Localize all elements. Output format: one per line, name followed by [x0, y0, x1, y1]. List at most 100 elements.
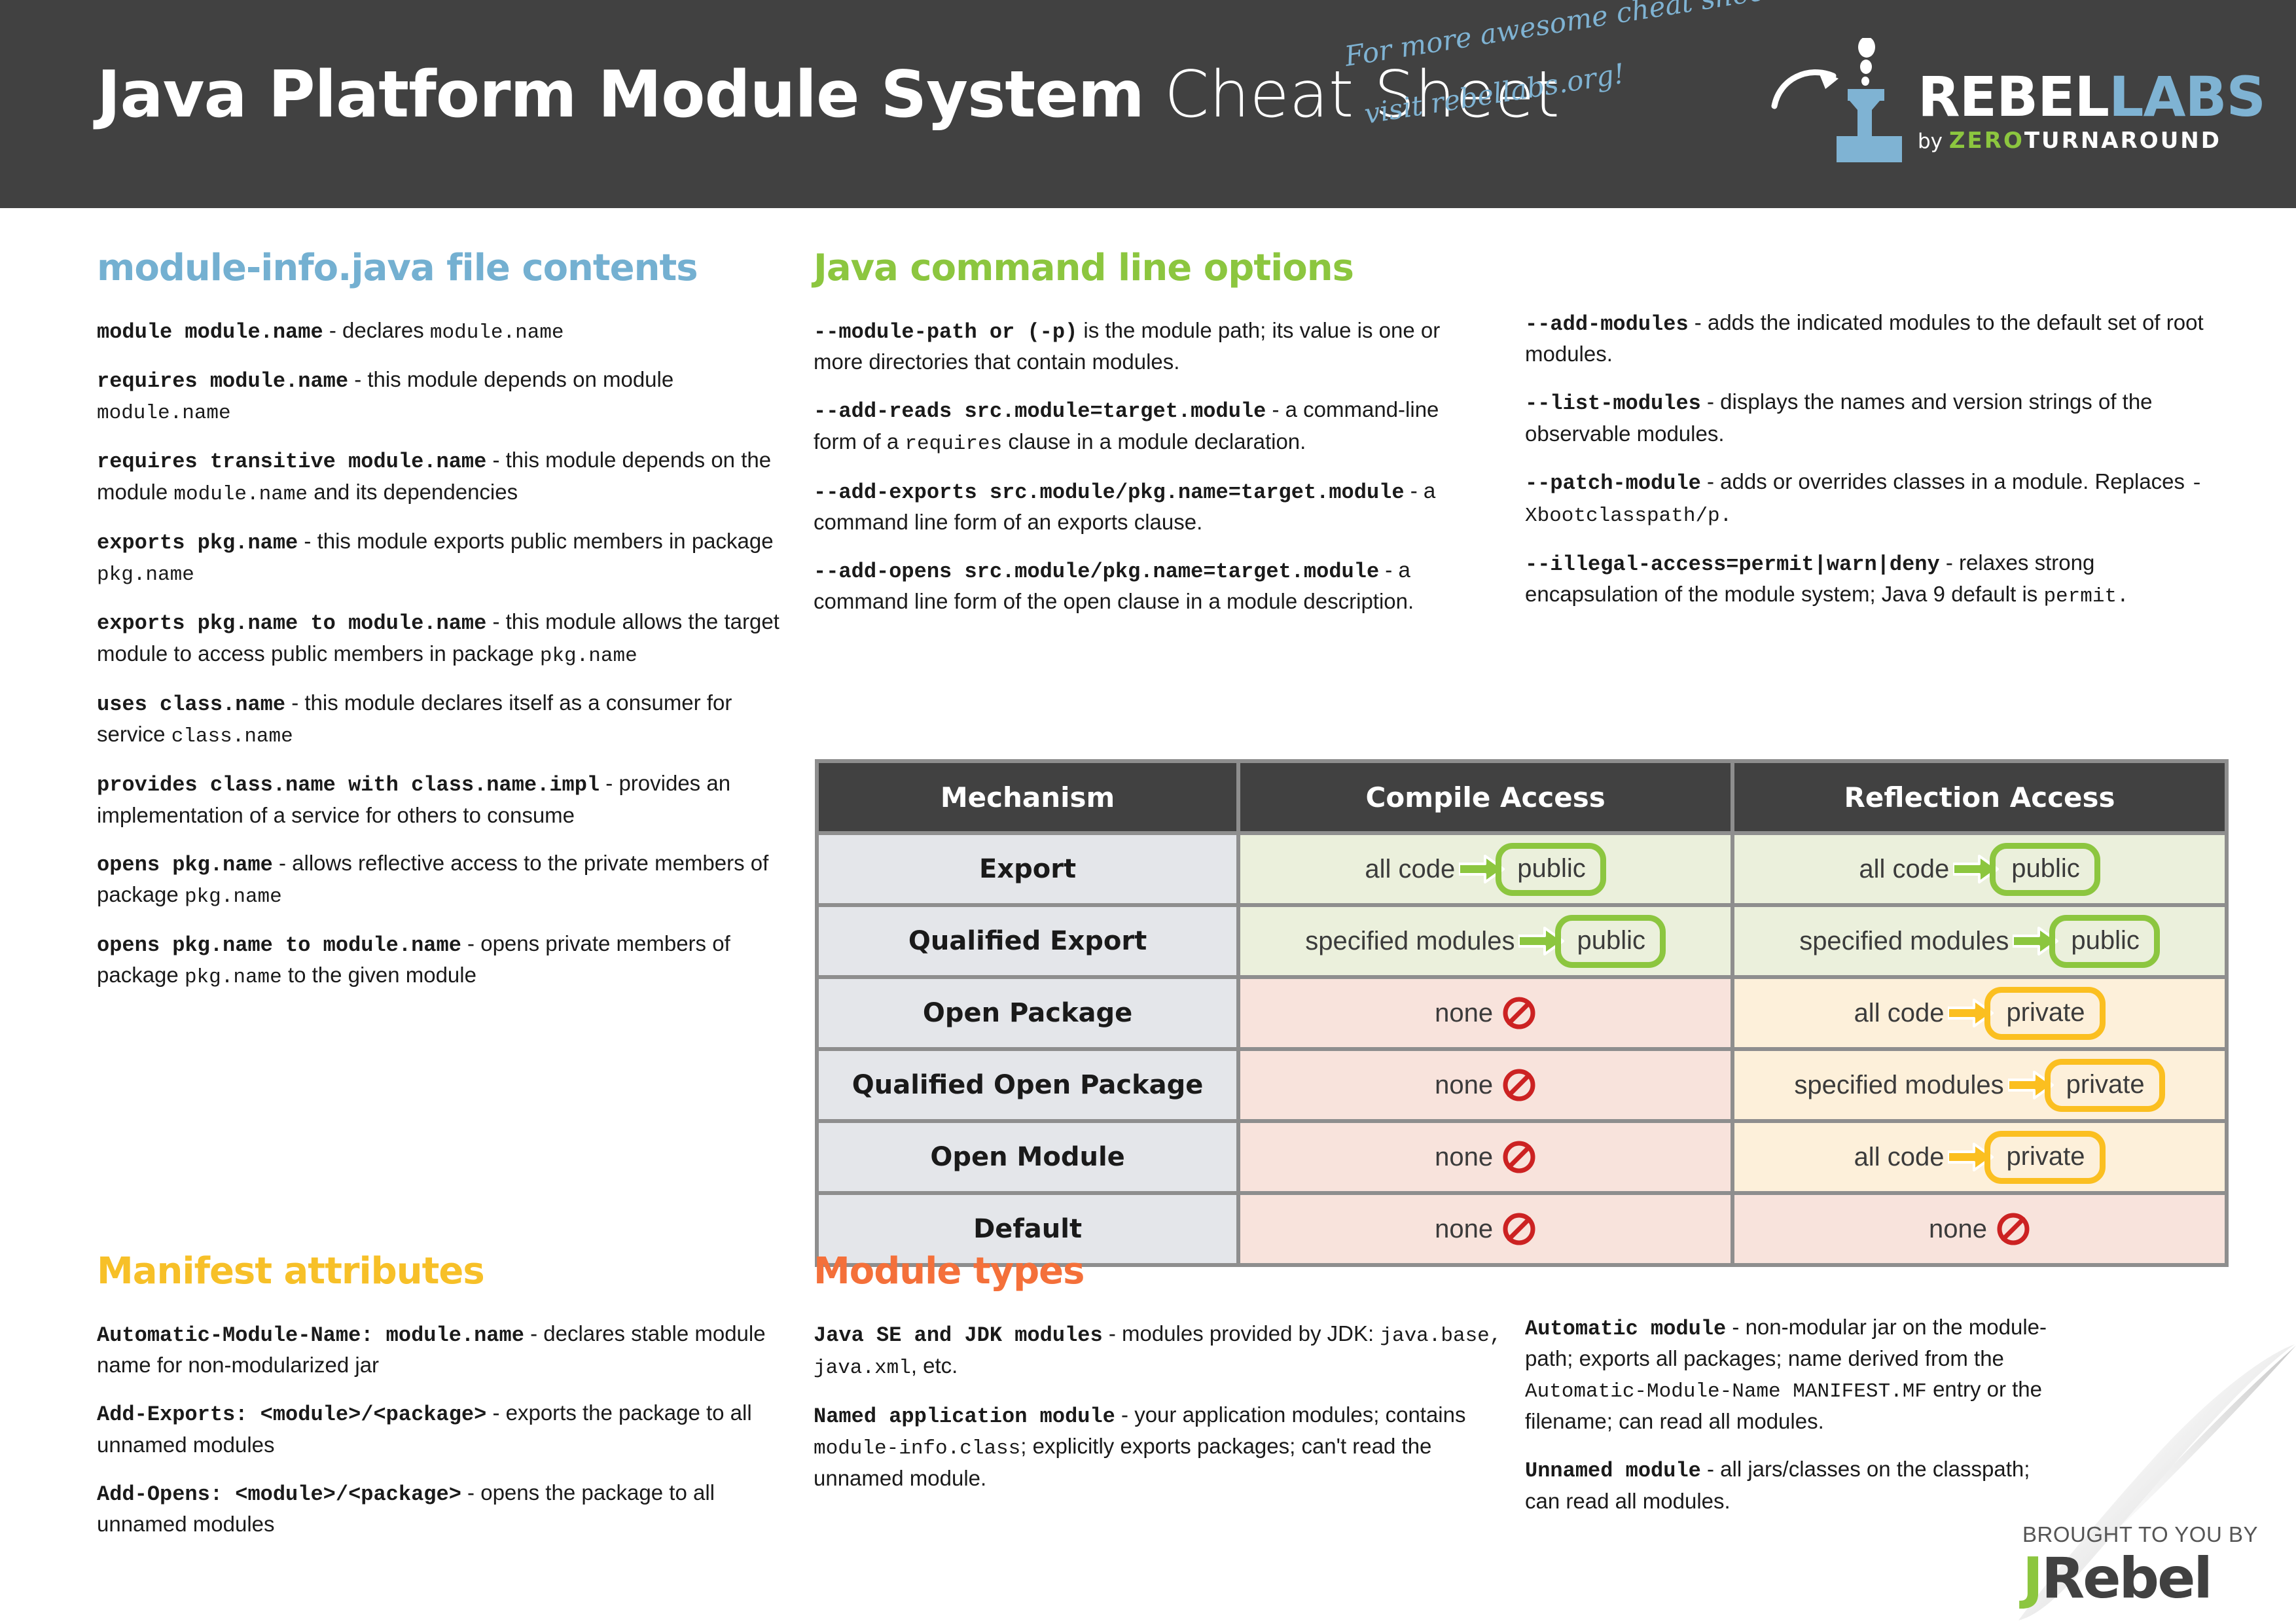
table-header-compile-access: Compile Access: [1238, 761, 1733, 833]
entry-code: Java SE and JDK modules: [814, 1323, 1103, 1347]
jrebel-wordmark: JRebel: [2022, 1550, 2284, 1607]
table-cell-compile: all code public: [1238, 833, 1733, 905]
prohibited-icon-wrap: [1502, 996, 1536, 1030]
access-flow: all code public: [1365, 842, 1606, 896]
entry-code: --list-modules: [1525, 391, 1701, 416]
manifest-heading: Manifest attributes: [97, 1250, 485, 1293]
cell-content: all code public: [1240, 835, 1731, 903]
cheatsheet-entry: provides class.name with class.name.impl…: [97, 768, 787, 830]
cmdline-section-right: --add-modules - adds the indicated modul…: [1525, 308, 2222, 611]
flow-target-badge: public: [1496, 842, 1606, 896]
access-matrix-table: Mechanism Compile Access Reflection Acce…: [815, 759, 2229, 1267]
page-header: Java Platform Module System Cheat Sheet …: [0, 0, 2296, 208]
flow-source: all code: [1854, 998, 1945, 1027]
cell-content: none: [1240, 979, 1731, 1047]
flow-target-badge: private: [1984, 986, 2106, 1040]
jrebel-letter-j: J: [2022, 1546, 2043, 1611]
module-info-entry-list: module module.name - declares module.nam…: [97, 315, 787, 992]
byline-by: by: [1918, 130, 1949, 153]
module-types-entry-list-left: Java SE and JDK modules - modules provid…: [814, 1319, 1507, 1494]
cheatsheet-entry: Java SE and JDK modules - modules provid…: [814, 1319, 1507, 1383]
table-cell-mechanism: Export: [817, 833, 1239, 905]
entry-description-tail: , etc.: [910, 1353, 958, 1378]
cmdline-section: Java command line options --module-path …: [814, 250, 1484, 617]
cheatsheet-entry: Add-Opens: <module>/<package> - opens th…: [97, 1478, 804, 1540]
entry-code: requires transitive module.name: [97, 450, 487, 474]
entry-description: - your application modules; contains: [1115, 1402, 1466, 1427]
cheatsheet-entry: --add-reads src.module=target.module - a…: [814, 395, 1484, 458]
entry-description: - modules provided by JDK:: [1102, 1321, 1380, 1346]
table-cell-compile: specified modules public: [1238, 905, 1733, 977]
cheatsheet-entry: --list-modules - displays the names and …: [1525, 387, 2222, 449]
cheatsheet-entry: --illegal-access=permit|warn|deny - rela…: [1525, 548, 2222, 611]
cheatsheet-entry: requires transitive module.name - this m…: [97, 445, 787, 508]
entry-code: --add-exports src.module/pkg.name=target…: [814, 480, 1405, 505]
entry-description: - declares: [323, 318, 430, 342]
table-row: Open Module none all code private: [817, 1121, 2227, 1193]
prohibited-icon-wrap: [1502, 1068, 1536, 1102]
cheatsheet-entry: uses class.name - this module declares i…: [97, 688, 787, 751]
table-cell-reflection: all code public: [1732, 833, 2227, 905]
cheatsheet-entry: opens pkg.name to module.name - opens pr…: [97, 929, 787, 992]
table-header-mechanism: Mechanism: [817, 761, 1239, 833]
entry-code: opens pkg.name: [97, 852, 273, 877]
module-types-section: Module types Java SE and JDK modules - m…: [814, 1253, 1507, 1494]
cell-value: none: [1435, 1142, 1494, 1171]
rebellabs-byline: by ZEROTURNAROUND: [1918, 130, 2221, 152]
entry-code: opens pkg.name to module.name: [97, 933, 461, 958]
entry-code-inline: pkg.name: [97, 563, 194, 587]
access-flow: all code public: [1859, 842, 2100, 896]
cheatsheet-entry: module module.name - declares module.nam…: [97, 315, 787, 348]
table-row: Qualified Open Package none specified modu…: [817, 1049, 2227, 1121]
table-row: Export all code public all code public: [817, 833, 2227, 905]
access-flow: all code private: [1854, 986, 2106, 1040]
entry-code-inline: module.name: [429, 321, 564, 344]
flask-icon: [1837, 38, 1902, 162]
flow-target-badge: public: [1990, 842, 2100, 896]
no-access-indicator: none: [1929, 1212, 2030, 1246]
entry-code: Unnamed module: [1525, 1459, 1701, 1484]
entry-code: exports pkg.name: [97, 530, 298, 555]
entry-code-inline: module-info.class: [814, 1437, 1021, 1461]
module-info-heading: module-info.java file contents: [97, 247, 698, 289]
prohibited-icon-wrap: [1996, 1212, 2030, 1246]
entry-code: --add-reads src.module=target.module: [814, 399, 1266, 424]
cell-content: none: [1240, 1123, 1731, 1191]
entry-code-inline: Automatic-Module-Name MANIFEST.MF: [1525, 1380, 1927, 1404]
cheatsheet-entry: exports pkg.name - this module exports p…: [97, 526, 787, 590]
byline-turnaround: TURNAROUND: [2024, 128, 2221, 154]
entry-code: --add-opens src.module/pkg.name=target.m…: [814, 560, 1380, 584]
cmdline-heading: Java command line options: [814, 247, 1354, 289]
cheatsheet-entry: Named application module - your applicat…: [814, 1400, 1507, 1494]
table-cell-compile: none: [1238, 1121, 1733, 1193]
cheatsheet-entry: --add-opens src.module/pkg.name=target.m…: [814, 555, 1484, 617]
rebellabs-word-rebel: REBEL: [1918, 65, 2109, 129]
entry-code: Named application module: [814, 1404, 1115, 1429]
cheatsheet-entry: --add-exports src.module/pkg.name=target…: [814, 476, 1484, 538]
prohibited-icon-wrap: [1502, 1212, 1536, 1246]
prohibited-icon: [1503, 1213, 1535, 1245]
flow-source: specified modules: [1794, 1070, 2004, 1099]
jrebel-word-rebel: Rebel: [2041, 1546, 2213, 1611]
entry-code-inline: module.name: [173, 482, 308, 506]
table-row: Qualified Export specified modules public s…: [817, 905, 2227, 977]
byline-zero: ZERO: [1948, 128, 2024, 154]
entry-code: --patch-module: [1525, 471, 1701, 495]
cell-content: none: [1734, 1195, 2225, 1263]
cell-content: specified modules public: [1734, 907, 2225, 975]
entry-code: --module-path or (-p): [814, 320, 1078, 344]
rebellabs-wordmark: REBELLABS: [1918, 69, 2266, 124]
manifest-entry-list: Automatic-Module-Name: module.name - dec…: [97, 1319, 804, 1540]
entry-code-inline: pkg.name: [184, 966, 282, 990]
table-cell-mechanism: Open Module: [817, 1121, 1239, 1193]
entry-code: Automatic module: [1525, 1317, 1727, 1341]
entry-code-inline: permit.: [2043, 585, 2129, 609]
entry-code: provides class.name with class.name.impl: [97, 773, 600, 798]
cheatsheet-entry: requires module.name - this module depen…: [97, 365, 787, 428]
brought-to-you-by-label: BROUGHT TO YOU BY: [2022, 1522, 2258, 1546]
entry-description: - adds or overrides classes in a module.…: [1700, 469, 2191, 493]
cmdline-entry-list-right: --add-modules - adds the indicated modul…: [1525, 308, 2222, 611]
flow-source: all code: [1854, 1142, 1945, 1171]
cell-content: all code private: [1734, 979, 2225, 1047]
handwritten-note-line1: For more awesome cheat sheets: [1342, 0, 1792, 73]
